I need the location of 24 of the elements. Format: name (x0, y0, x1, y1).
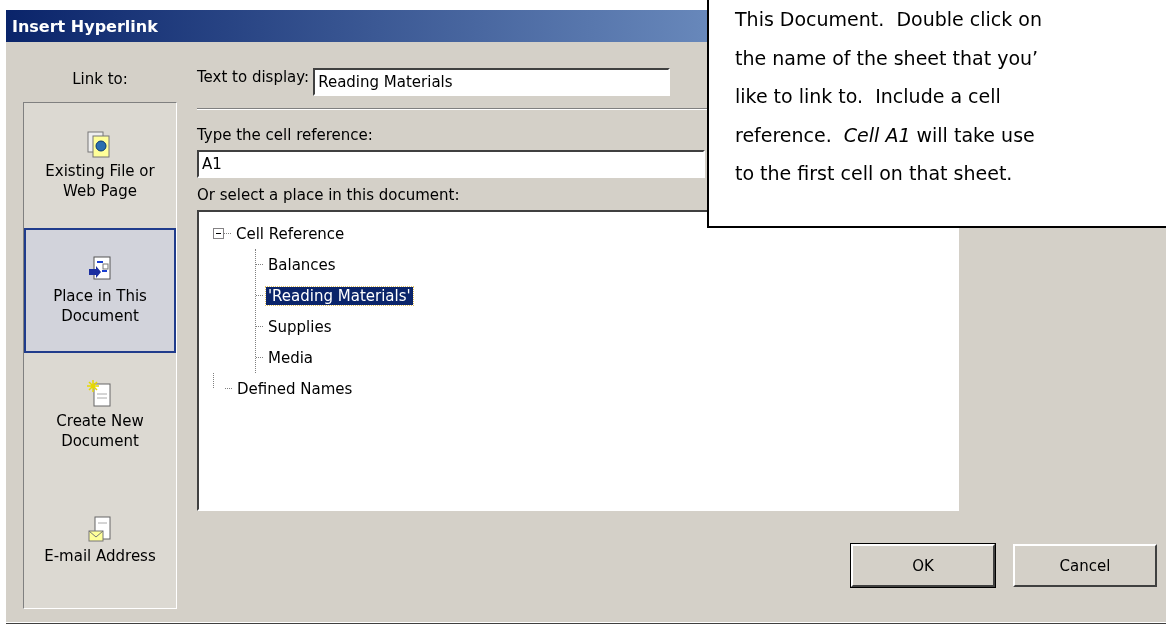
new-document-icon (87, 380, 113, 410)
link-type-button[interactable]: Existing File or Web Page (24, 103, 176, 228)
callout-text: This Document. Double click on the name of the sheet that you’ like to link to. Include a cell reference. Cell A1 will take use to the first cell on that sheet. (734, 7, 1043, 186)
tree-item[interactable]: Defined Names (235, 379, 355, 398)
envelope-document-icon (87, 514, 113, 545)
window-title: Insert Hyperlink (12, 16, 158, 36)
link-type-button[interactable]: Place in This Document (24, 228, 176, 353)
tree-item[interactable]: Supplies (266, 317, 334, 336)
cell-reference-field[interactable]: A1 (197, 150, 705, 178)
link-type-button[interactable]: E-mail Address (24, 478, 176, 603)
document-globe-icon (87, 130, 113, 160)
link-to-label: Link to: (72, 70, 128, 90)
tree-item[interactable]: Cell Reference (234, 224, 347, 243)
dialog-button[interactable]: Cancel (1013, 544, 1157, 587)
text-to-display-label: Text to display: (197, 68, 310, 86)
tree-item[interactable]: Media (266, 348, 316, 367)
collapse-icon[interactable] (213, 228, 224, 239)
tree-item[interactable]: Balances (266, 255, 338, 274)
dialog-button[interactable]: OK (851, 544, 995, 587)
link-type-button[interactable]: Create New Document (24, 353, 176, 478)
cell-reference-label: Type the cell reference: (197, 126, 373, 144)
text-to-display-field[interactable]: Reading Materials (313, 68, 671, 96)
place-list-label: Or select a place in this document: (197, 186, 460, 204)
tree-item[interactable]: 'Reading Materials' (266, 286, 413, 305)
